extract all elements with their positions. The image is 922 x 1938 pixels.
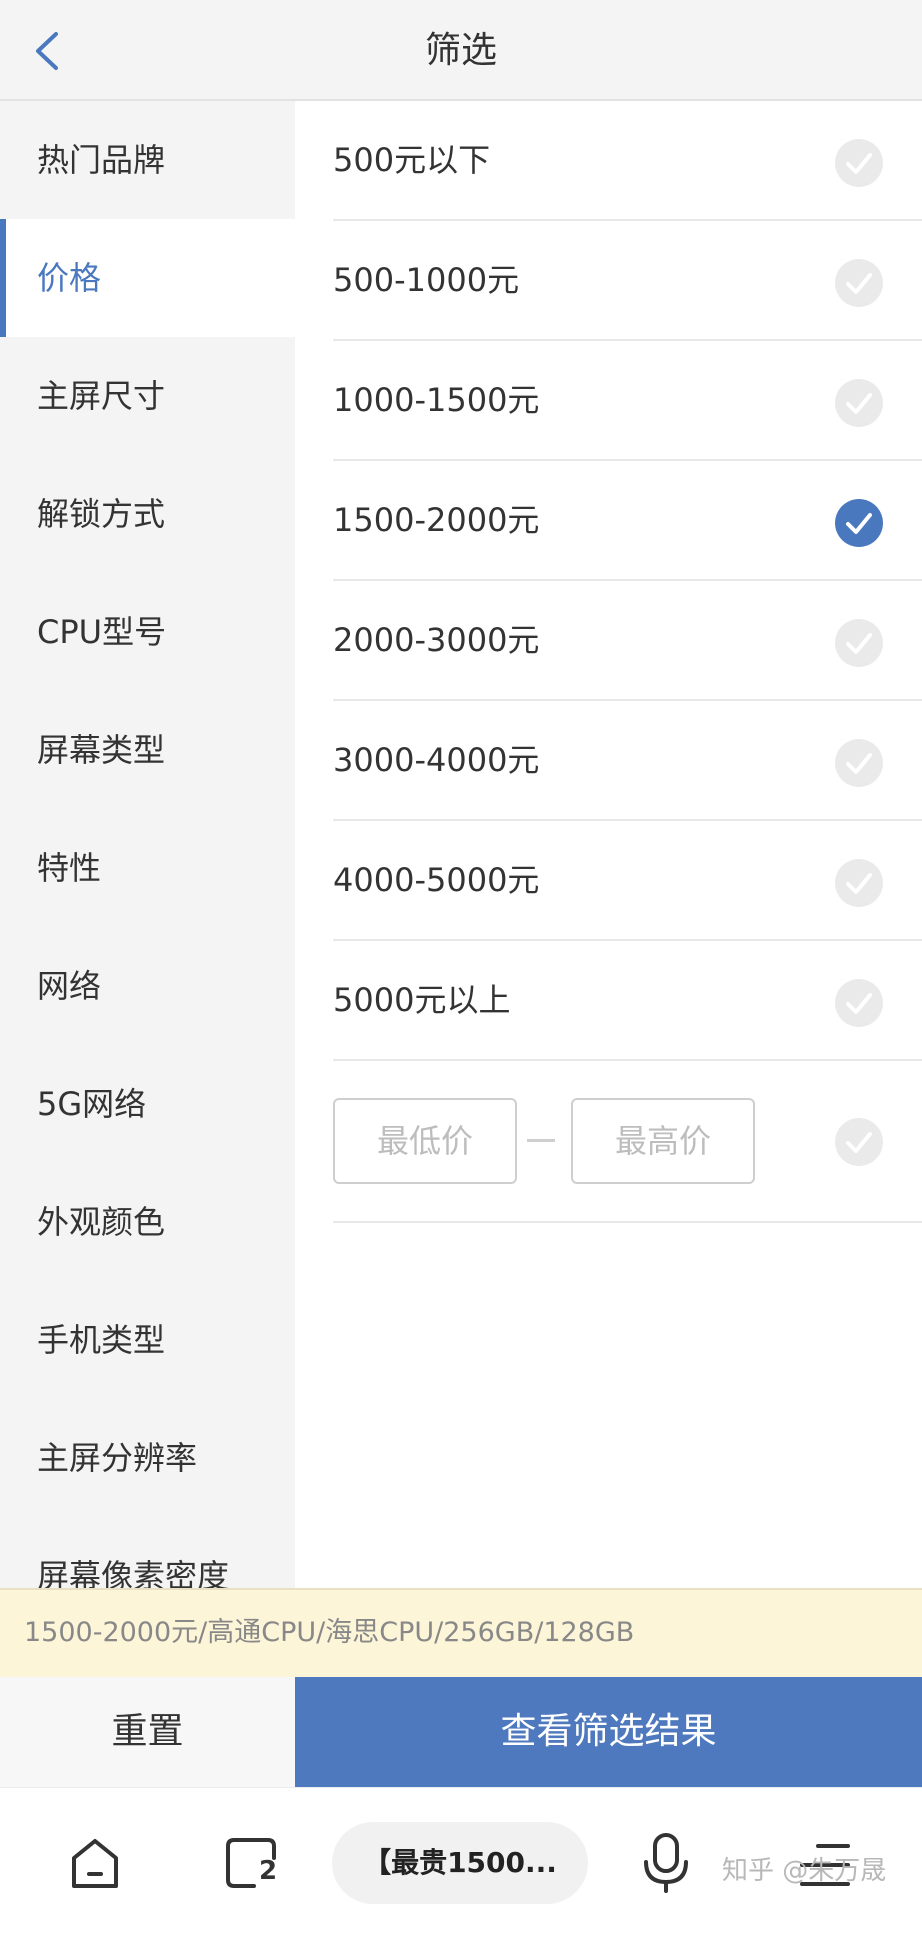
- price-option-label: 5000元以上: [333, 981, 511, 1019]
- sidebar-item-unlock-method[interactable]: 解锁方式: [0, 455, 295, 573]
- price-option-row[interactable]: 3000-4000元: [333, 701, 922, 821]
- check-icon: [835, 499, 883, 547]
- check-icon: [835, 739, 883, 787]
- price-option-row[interactable]: 2000-3000元: [333, 581, 922, 701]
- check-icon: [835, 139, 883, 187]
- check-icon: [835, 379, 883, 427]
- price-option-label: 2000-3000元: [333, 621, 540, 659]
- price-option-row[interactable]: 1000-1500元: [333, 341, 922, 461]
- view-results-button[interactable]: 查看筛选结果: [295, 1677, 922, 1787]
- price-option-row[interactable]: 500-1000元: [333, 221, 922, 341]
- sidebar-item-screen-type[interactable]: 屏幕类型: [0, 691, 295, 809]
- sidebar-item-network[interactable]: 网络: [0, 927, 295, 1045]
- tab-count: 2: [259, 1856, 278, 1886]
- microphone-icon[interactable]: [640, 1832, 692, 1894]
- reset-button[interactable]: 重置: [0, 1677, 295, 1787]
- check-icon: [835, 619, 883, 667]
- sidebar-item-screen-size[interactable]: 主屏尺寸: [0, 337, 295, 455]
- price-options-list: 500元以下 500-1000元 1000-1500元 1500-2000元 2…: [333, 101, 922, 1223]
- price-option-label: 1000-1500元: [333, 381, 540, 419]
- price-option-label: 500-1000元: [333, 261, 520, 299]
- price-option-row[interactable]: 1500-2000元: [333, 461, 922, 581]
- sidebar-item-resolution[interactable]: 主屏分辨率: [0, 1399, 295, 1517]
- check-icon: [835, 859, 883, 907]
- sidebar-item-hot-brands[interactable]: 热门品牌: [0, 101, 295, 219]
- price-option-row[interactable]: 5000元以上: [333, 941, 922, 1061]
- home-icon[interactable]: [68, 1836, 122, 1892]
- selected-filters-summary: 1500-2000元/高通CPU/海思CPU/256GB/128GB: [0, 1588, 922, 1677]
- confirm-range-check-icon[interactable]: [835, 1118, 883, 1166]
- range-separator: [527, 1139, 555, 1142]
- sidebar-item-color[interactable]: 外观颜色: [0, 1163, 295, 1281]
- min-price-input[interactable]: [333, 1098, 517, 1184]
- sidebar-item-5g-network[interactable]: 5G网络: [0, 1045, 295, 1163]
- page-title: 筛选: [424, 30, 497, 71]
- check-icon: [835, 979, 883, 1027]
- price-option-label: 500元以下: [333, 141, 491, 179]
- max-price-input[interactable]: [571, 1098, 755, 1184]
- check-icon: [835, 259, 883, 307]
- price-option-row[interactable]: 4000-5000元: [333, 821, 922, 941]
- address-bar[interactable]: 【最贵1500...: [332, 1822, 588, 1904]
- price-option-label: 1500-2000元: [333, 501, 540, 539]
- header: 筛选: [0, 0, 922, 101]
- sidebar-item-pixel-density[interactable]: 屏幕像素密度: [0, 1517, 295, 1588]
- sidebar-item-phone-type[interactable]: 手机类型: [0, 1281, 295, 1399]
- sidebar-item-price[interactable]: 价格: [0, 219, 295, 337]
- price-option-label: 3000-4000元: [333, 741, 540, 779]
- watermark: 知乎 @朱万晟: [722, 1856, 887, 1886]
- browser-bottom-bar: 2 【最贵1500... 知乎 @朱万晟: [0, 1787, 922, 1938]
- price-option-label: 4000-5000元: [333, 861, 540, 899]
- custom-price-range: [333, 1061, 922, 1223]
- sidebar-item-cpu-model[interactable]: CPU型号: [0, 573, 295, 691]
- price-option-row[interactable]: 500元以下: [333, 101, 922, 221]
- filter-category-sidebar: 热门品牌 价格 主屏尺寸 解锁方式 CPU型号 屏幕类型 特性 网络 5G网络 …: [0, 101, 295, 1588]
- sidebar-item-features[interactable]: 特性: [0, 809, 295, 927]
